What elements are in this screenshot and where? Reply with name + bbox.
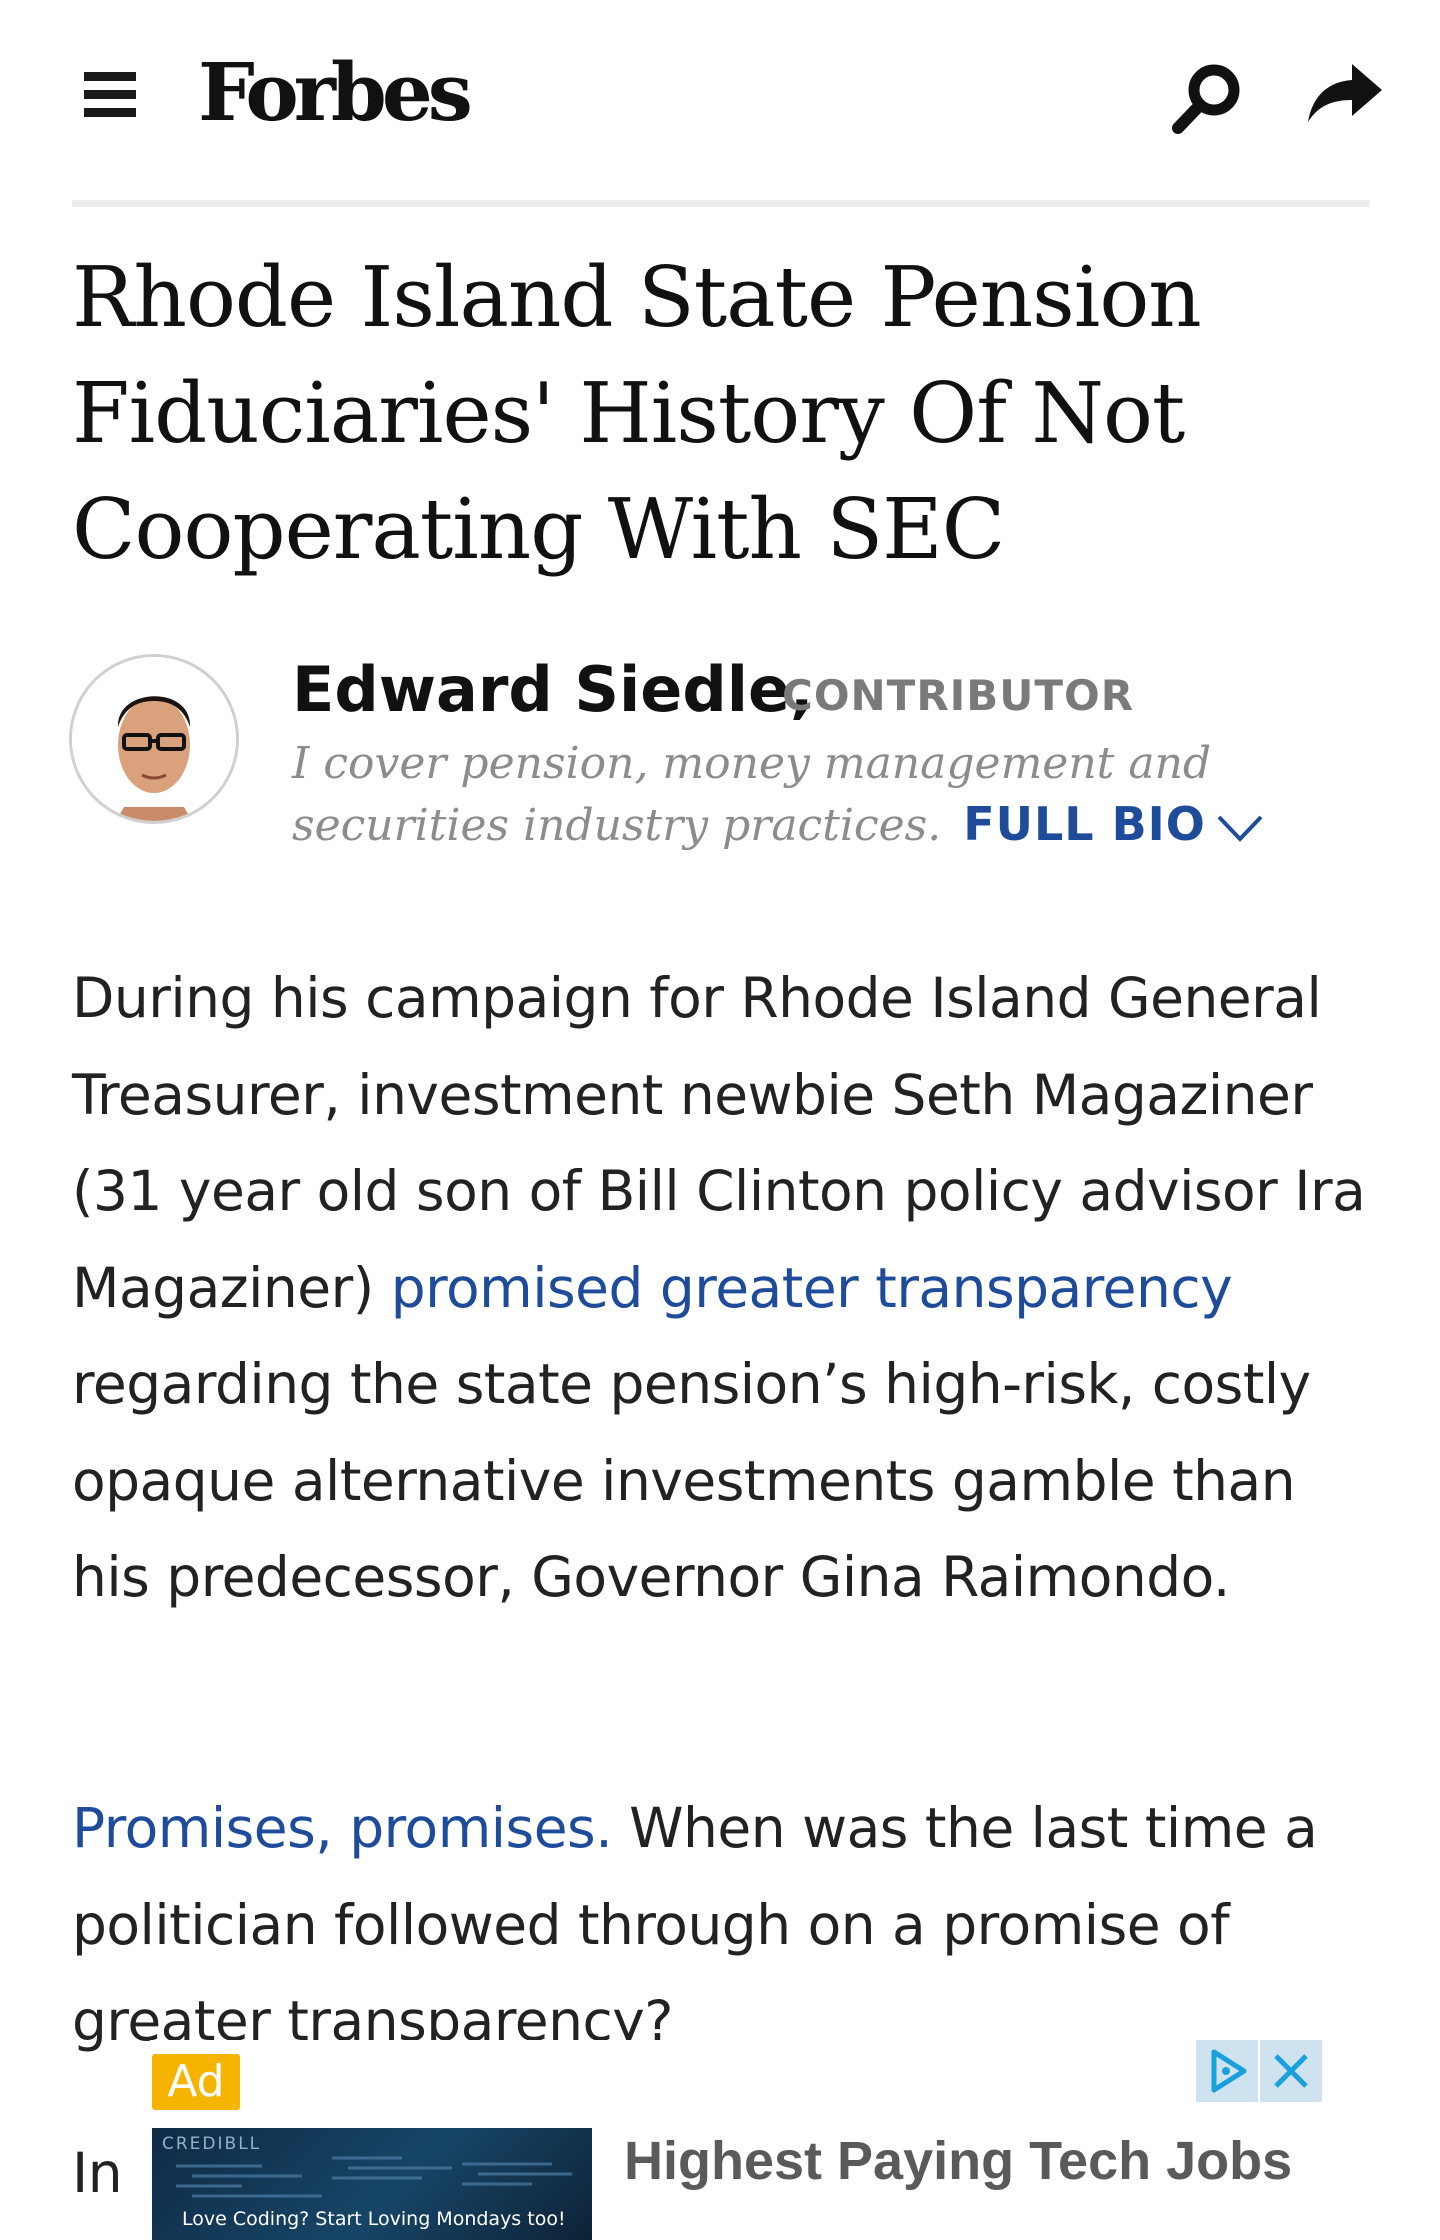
hamburger-menu-icon[interactable] (84, 72, 136, 118)
ad-brand: CREDIBLL (162, 2134, 262, 2154)
author-name[interactable]: Edward Siedle, (292, 650, 814, 730)
search-icon[interactable] (1168, 58, 1248, 138)
article-headline: Rhode Island State Pension Fiduciaries' … (72, 249, 1202, 578)
author-role-label: CONTRIBUTOR (782, 671, 1135, 720)
ad-badge: Ad (152, 2054, 240, 2110)
header-divider (72, 200, 1370, 207)
full-bio-button[interactable]: FULL BIO (963, 797, 1264, 851)
chevron-down-icon (1217, 815, 1263, 842)
author-avatar[interactable] (69, 654, 239, 824)
ad-tagline: Love Coding? Start Loving Mondays too! (182, 2208, 566, 2230)
ad-headline[interactable]: Highest Paying Tech Jobs (624, 2126, 1292, 2196)
author-bio: I cover pension, money management and se… (292, 734, 1292, 856)
promised-transparency-link[interactable]: promised greater transparency (391, 1256, 1233, 1320)
paragraph-text: In (72, 2141, 123, 2205)
adchoices-icon[interactable] (1196, 2040, 1258, 2102)
forbes-logo[interactable]: Forbes (198, 52, 473, 132)
paragraph-text: regarding the state pension’s high-risk,… (72, 1352, 1311, 1609)
promises-link[interactable]: Promises, promises. (72, 1796, 613, 1860)
top-navigation-bar: Forbes (0, 0, 1440, 200)
article-paragraph: Promises, promises. When was the last ti… (72, 1780, 1382, 2070)
close-icon[interactable] (1260, 2040, 1322, 2102)
article-paragraph: During his campaign for Rhode Island Gen… (72, 950, 1382, 1626)
ad-image[interactable]: CREDIBLL Love Coding? Start Loving Monda… (152, 2128, 592, 2240)
full-bio-label: FULL BIO (963, 797, 1206, 851)
share-arrow-icon[interactable] (1306, 60, 1384, 130)
